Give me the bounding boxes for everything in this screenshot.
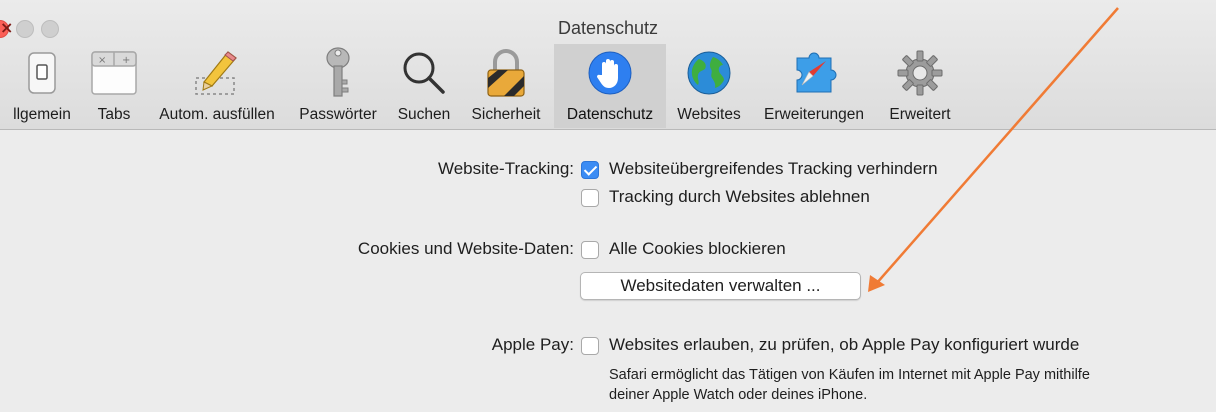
preferences-toolbar: Datenschutz llgemein × + xyxy=(0,0,1216,130)
apple-pay-label: Apple Pay: xyxy=(491,335,574,354)
key-icon xyxy=(326,47,350,97)
tab-autofill[interactable]: Autom. ausfüllen xyxy=(146,44,288,128)
globe-icon xyxy=(687,51,731,95)
tab-passwords[interactable]: Passwörter xyxy=(290,44,386,128)
tab-advanced[interactable]: Erweitert xyxy=(876,44,964,128)
tab-websites[interactable]: Websites xyxy=(668,44,750,128)
compass-icon xyxy=(796,52,837,93)
allow-apple-pay-check-label[interactable]: Websites erlauben, zu prüfen, ob Apple P… xyxy=(609,335,1079,355)
switch-icon xyxy=(28,52,56,94)
tab-security[interactable]: Sicherheit xyxy=(462,44,550,128)
svg-text:+: + xyxy=(122,55,130,66)
tab-extensions[interactable]: Erweiterungen xyxy=(752,44,876,128)
tab-label: Tabs xyxy=(97,106,131,123)
website-tracking-label: Website-Tracking: xyxy=(437,159,574,178)
privacy-pane: Website-Tracking: Websiteübergreifendes … xyxy=(0,130,1216,412)
svg-text:×: × xyxy=(98,55,106,66)
tab-label: Sicherheit xyxy=(471,106,541,123)
padlock-icon xyxy=(487,49,525,97)
tab-label: Passwörter xyxy=(299,106,377,123)
tab-label: Websites xyxy=(677,106,741,123)
cookies-label: Cookies und Website-Daten: xyxy=(357,239,574,258)
ask-websites-not-to-track-checkbox[interactable] xyxy=(581,189,599,207)
prevent-cross-site-tracking-checkbox[interactable] xyxy=(581,161,599,179)
tab-label: Erweitert xyxy=(889,106,951,123)
prevent-cross-site-tracking-label[interactable]: Websiteübergreifendes Tracking verhinder… xyxy=(609,159,938,179)
window-title: Datenschutz xyxy=(557,18,659,38)
gear-icon xyxy=(897,50,943,96)
tab-privacy[interactable]: Datenschutz xyxy=(554,44,666,128)
allow-apple-pay-check-checkbox[interactable] xyxy=(581,337,599,355)
tab-label: Autom. ausfüllen xyxy=(159,106,275,123)
preferences-window: Datenschutz llgemein × + xyxy=(0,0,1216,412)
magnifier-icon xyxy=(403,52,445,94)
tab-label: Erweiterungen xyxy=(764,106,864,123)
apple-pay-help-line-2: deiner Apple Watch oder deines iPhone. xyxy=(609,387,868,403)
apple-pay-help-line-1: Safari ermöglicht das Tätigen von Käufen… xyxy=(609,367,1090,383)
block-all-cookies-label[interactable]: Alle Cookies blockieren xyxy=(609,239,786,259)
tab-label: Suchen xyxy=(397,106,451,123)
block-all-cookies-checkbox[interactable] xyxy=(581,241,599,259)
tab-label: llgemein xyxy=(13,106,71,123)
hand-icon xyxy=(588,51,632,95)
tabs-icon: × + xyxy=(91,51,137,95)
tab-tabs[interactable]: × + Tabs xyxy=(84,44,144,128)
pencil-icon xyxy=(195,51,237,95)
tab-general[interactable]: llgemein xyxy=(0,44,84,128)
tab-label: Datenschutz xyxy=(566,106,654,123)
tab-search[interactable]: Suchen xyxy=(388,44,460,128)
ask-websites-not-to-track-label[interactable]: Tracking durch Websites ablehnen xyxy=(609,187,870,207)
manage-website-data-button[interactable]: Websitedaten verwalten ... xyxy=(580,272,861,300)
